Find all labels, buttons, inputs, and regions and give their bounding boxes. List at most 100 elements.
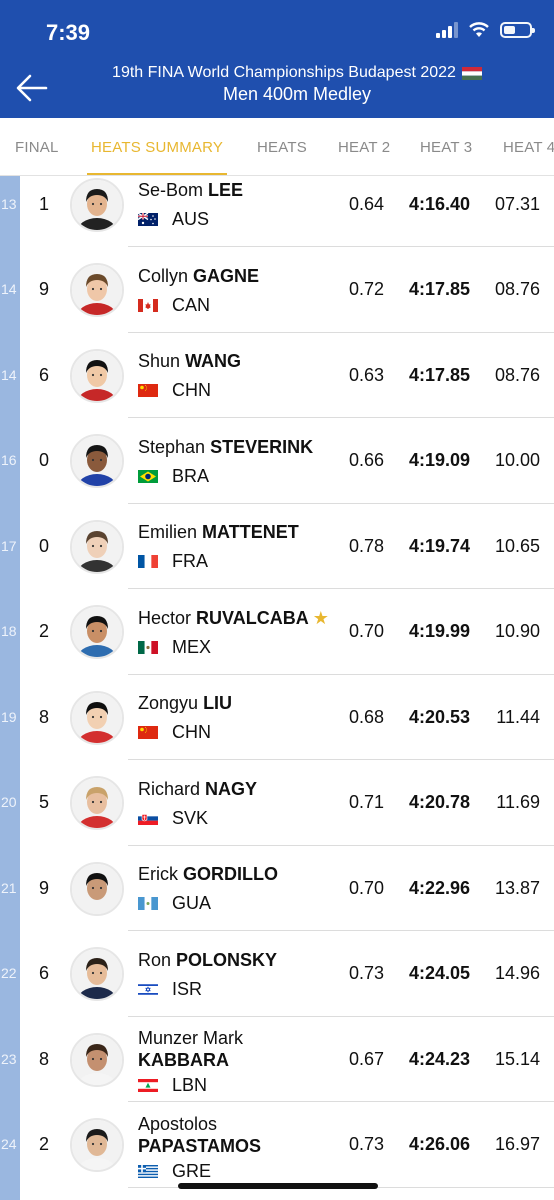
country-code: BRA [172,465,210,486]
flag-china-icon [138,726,158,739]
result-row[interactable]: 21 9 Erick GORDILLO GUA 0.70 4:22.96 13.87 [0,846,554,931]
result-row[interactable]: 24 2 Apostolos PAPASTAMOS GRE 0.73 4:26.06 16.9… [0,1103,554,1188]
rank-number: 14 [1,366,17,383]
lane-number: 8 [38,706,49,727]
lane-number: 2 [38,1134,49,1155]
athlete-name: Hector RUVALCABA ★ [138,607,329,629]
time-behind: 15.14 [494,1048,540,1069]
tab-heat-2[interactable]: HEAT 2 [338,118,390,175]
status-icons [436,22,535,38]
athlete-first-name: Erick [138,864,178,884]
swim-time: 4:20.53 [408,706,470,727]
result-row[interactable]: 23 8 Munzer Mark KABBARA LBN 0.67 4:24.23 15.14 [0,1017,554,1102]
athlete-country: AUS [138,209,209,230]
country-code: SVK [172,807,209,828]
country-code: MEX [172,636,212,657]
athlete-country: FRA [138,551,208,572]
rank-number: 20 [1,794,17,811]
swim-time: 4:24.05 [408,963,470,984]
athlete-country: BRA [138,466,209,487]
result-row[interactable]: 14 9 Collyn GAGNE CAN 0.72 4:17.85 08.76 [0,248,554,333]
time-behind: 14.96 [494,963,540,984]
athlete-name: Ron POLONSKY [138,949,277,971]
athlete-last-name: RUVALCABA [196,607,309,628]
reaction-time: 0.64 [348,193,384,214]
rank-number: 24 [1,1136,17,1153]
country-code: CHN [172,722,211,742]
athlete-last-name: LEE [208,180,244,200]
athlete-name: Se-Bom LEE [138,179,243,201]
reaction-time: 0.67 [348,1048,384,1069]
result-row[interactable]: 13 1 Se-Bom LEE AUS 0.64 4:16.40 07.31 [0,176,554,247]
arrow-left-icon[interactable] [14,70,50,106]
rank-number: 19 [1,708,17,725]
result-row[interactable]: 17 0 Emilien MATTENET FRA 0.78 4:19.74 10.65 [0,504,554,589]
tab-final[interactable]: FINAL [15,118,59,175]
athlete-first-name: Se-Bom [138,180,204,200]
rank-number: 22 [1,965,17,982]
time-behind: 07.31 [494,193,540,214]
swim-time: 4:19.74 [408,535,470,556]
flag-hungary-icon [461,66,482,80]
header-titles: 19th FINA World Championships Budapest 2… [60,64,534,105]
athlete-last-name: WANG [185,351,242,371]
swim-time: 4:24.23 [408,1048,470,1069]
reaction-time: 0.73 [348,963,384,984]
tab-heats-summary[interactable]: HEATS SUMMARY [86,118,228,175]
athlete-first-name: Shun [138,351,181,371]
tab-heat-4[interactable]: HEAT 4 [503,118,554,175]
swim-time: 4:22.96 [408,877,470,898]
athlete-last-name: NAGY [205,778,258,799]
home-indicator [178,1183,378,1189]
result-row[interactable]: 22 6 Ron POLONSKY ISR 0.73 4:24.05 14.96 [0,932,554,1017]
country-code: CAN [172,294,211,315]
lane-number: 5 [38,792,49,813]
athlete-last-name: GAGNE [193,265,260,286]
athlete-name: Erick GORDILLO [138,863,278,885]
country-code: ISR [172,978,203,999]
athlete-last-name: KABBARA [138,1050,229,1070]
result-row[interactable]: 16 0 Stephan STEVERINK BRA 0.66 4:19.09 10.00 [0,419,554,504]
flag-slovakia-icon [138,811,158,825]
athlete-first-name: Richard [138,778,201,799]
athlete-country: CHN [138,722,211,743]
event-title: Men 400m Medley [222,84,372,104]
championship-title-row: 19th FINA World Championships Budapest 2… [112,64,482,82]
tab-heats[interactable]: HEATS [257,118,307,175]
tab-heat-3[interactable]: HEAT 3 [420,118,472,175]
athlete-last-name: GORDILLO [183,864,279,884]
athlete-avatar [70,263,124,318]
athlete-country: CAN [138,295,210,316]
athlete-avatar [70,1032,124,1087]
country-code: GUA [172,893,212,913]
swim-time: 4:17.85 [408,279,470,300]
flag-australia-icon [138,213,158,226]
reaction-time: 0.78 [348,535,384,556]
lane-number: 0 [38,535,49,556]
athlete-last-name: MATTENET [202,522,299,542]
lane-number: 8 [38,1048,49,1069]
athlete-last-name: POLONSKY [176,949,278,970]
time-behind: 08.76 [494,364,540,385]
results-list[interactable]: 13 1 Se-Bom LEE AUS 0.64 4:16.40 07.31 14 9 Colly… [0,176,554,1200]
wifi-icon [469,22,489,37]
lane-number: 0 [38,450,49,471]
result-row[interactable]: 20 5 Richard NAGY SVK 0.71 4:20.78 11.69 [0,761,554,846]
result-row[interactable]: 19 8 Zongyu LIU CHN 0.68 4:20.53 11.44 [0,675,554,760]
lane-number: 6 [38,364,49,385]
tab-bar: FINAL HEATS SUMMARY HEATS HEAT 2 HEAT 3 … [0,118,554,176]
athlete-name: Emilien MATTENET [138,521,299,543]
athlete-first-name: Zongyu [138,693,199,713]
result-row[interactable]: 14 6 Shun WANG CHN 0.63 4:17.85 08.76 [0,333,554,418]
athlete-first-name: Stephan [138,436,206,457]
athlete-name: Collyn GAGNE [138,265,259,287]
athlete-first-name: Munzer Mark [138,1028,244,1048]
result-row[interactable]: 18 2 Hector RUVALCABA ★ MEX 0.70 4:19.99 10.90 [0,590,554,675]
lane-number: 6 [38,963,49,984]
athlete-country: LBN [138,1075,207,1096]
lane-number: 9 [38,279,49,300]
athlete-last-name: LIU [203,693,233,713]
country-code: GRE [172,1160,212,1181]
flag-greece-icon [138,1164,158,1178]
athlete-first-name: Ron [138,949,172,970]
